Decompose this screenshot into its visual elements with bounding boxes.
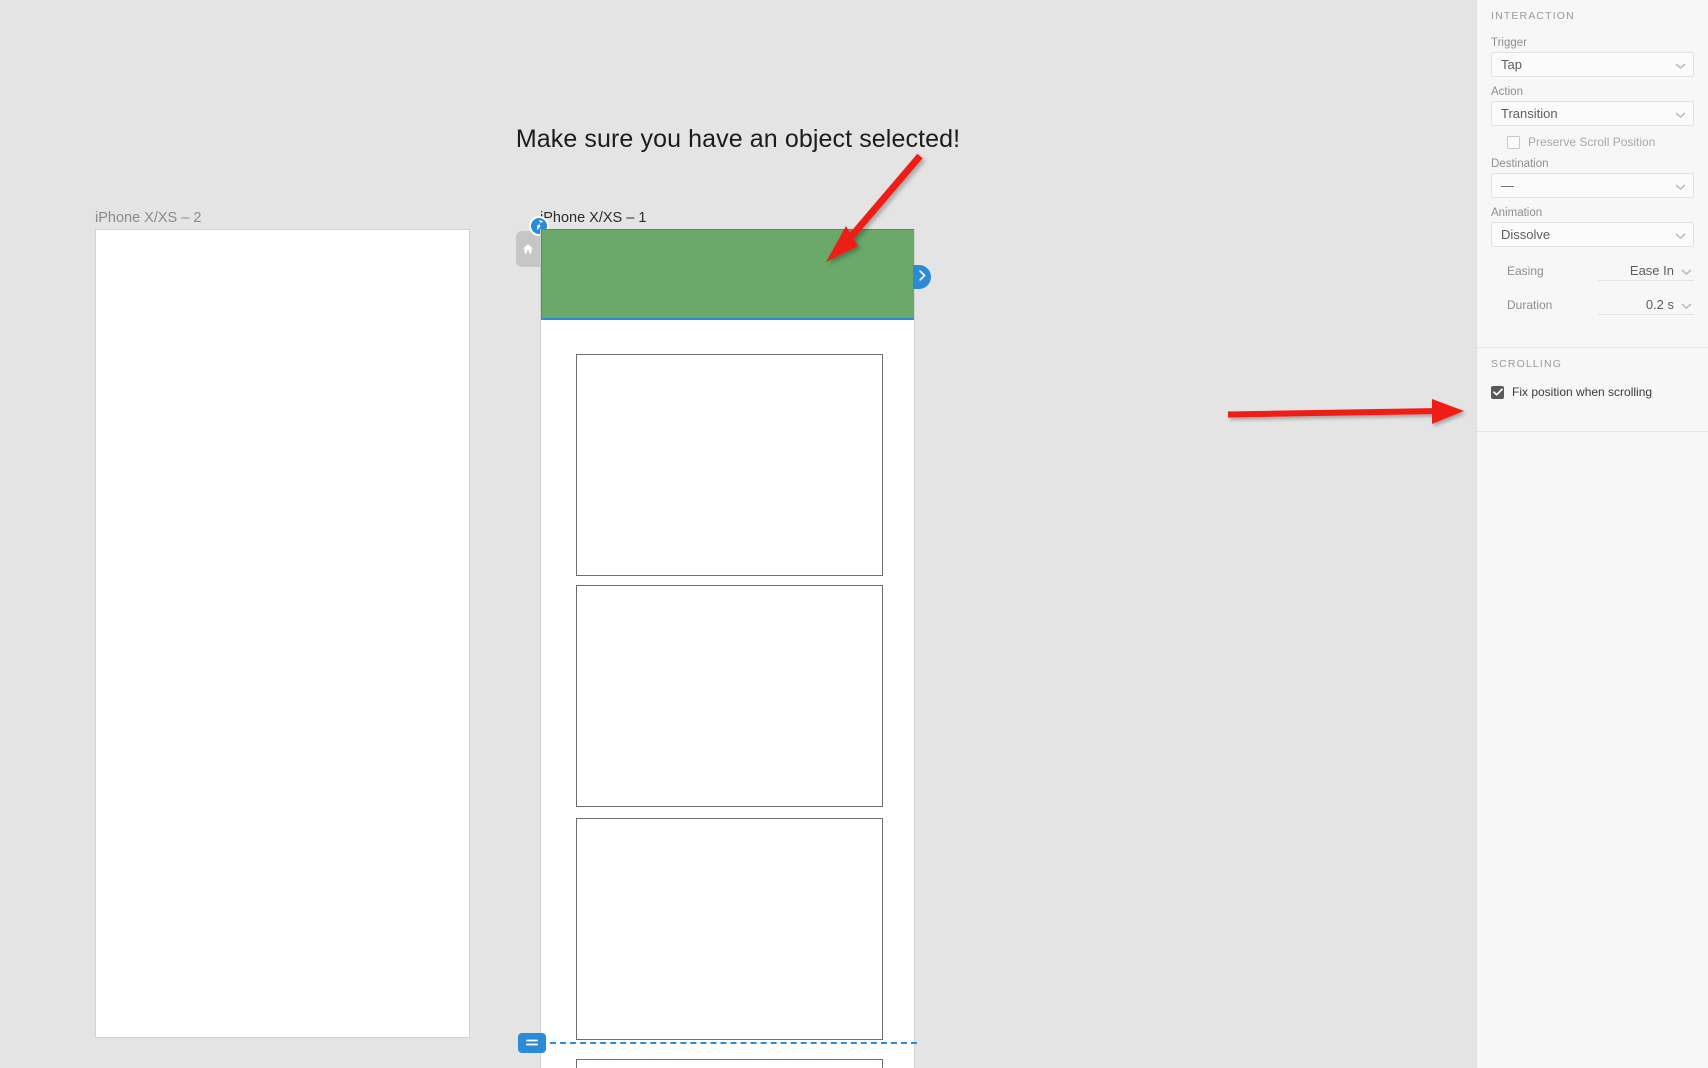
fix-position-checkbox[interactable] [1491, 385, 1504, 399]
preserve-scroll-checkbox[interactable] [1507, 135, 1520, 149]
trigger-value: Tap [1501, 57, 1522, 72]
preserve-scroll-label: Preserve Scroll Position [1528, 135, 1656, 149]
panel-divider-bottom [1477, 431, 1708, 432]
easing-select[interactable]: Ease In [1598, 261, 1694, 281]
home-icon [522, 243, 534, 255]
action-label: Action [1491, 86, 1523, 98]
chevron-down-icon [1675, 178, 1686, 193]
trigger-label: Trigger [1491, 37, 1527, 49]
artboard-iphone-2[interactable] [95, 229, 470, 1038]
page-title: Make sure you have an object selected! [515, 125, 961, 153]
chevron-down-icon [1681, 297, 1692, 312]
destination-select[interactable]: — [1491, 173, 1694, 198]
easing-value: Ease In [1629, 263, 1674, 278]
scroll-boundary-handle[interactable] [518, 1033, 546, 1053]
prototype-connector-handle[interactable] [913, 265, 931, 289]
preserve-scroll-row[interactable]: Preserve Scroll Position [1491, 135, 1694, 149]
interaction-section: INTERACTION Trigger Tap Action Transitio… [1477, 0, 1708, 329]
chevron-down-icon [1681, 263, 1692, 278]
duration-value: 0.2 s [1645, 297, 1674, 312]
duration-select[interactable]: 0.2 s [1598, 295, 1694, 315]
duration-row[interactable]: Duration 0.2 s [1491, 295, 1694, 315]
animation-select[interactable]: Dissolve [1491, 222, 1694, 247]
card-placeholder[interactable] [576, 818, 883, 1040]
design-canvas[interactable]: Make sure you have an object selected! i… [0, 0, 1476, 1068]
animation-value: Dissolve [1501, 227, 1551, 242]
duration-label: Duration [1507, 298, 1553, 312]
scroll-boundary-line [540, 1042, 917, 1044]
scrolling-section: SCROLLING Fix position when scrolling [1477, 348, 1708, 413]
arrow-to-fix-position-checkbox [1227, 399, 1464, 424]
equals-icon [525, 1034, 539, 1052]
destination-label: Destination [1491, 158, 1549, 170]
frame-label-iphone-1[interactable]: iPhone X/XS – 1 [540, 210, 646, 226]
chevron-down-icon [1675, 106, 1686, 121]
check-icon [1492, 388, 1503, 396]
frame-label-iphone-2[interactable]: iPhone X/XS – 2 [95, 210, 201, 226]
prototype-start-tab[interactable] [516, 231, 540, 267]
trigger-select[interactable]: Tap [1491, 52, 1694, 77]
chevron-down-icon [1675, 57, 1686, 72]
scrolling-section-title: SCROLLING [1491, 358, 1563, 370]
action-select[interactable]: Transition [1491, 101, 1694, 126]
easing-label: Easing [1507, 264, 1544, 278]
animation-label: Animation [1491, 207, 1543, 219]
easing-row[interactable]: Easing Ease In [1491, 261, 1694, 281]
chevron-down-icon [1675, 227, 1686, 242]
action-value: Transition [1501, 106, 1558, 121]
fix-position-label: Fix position when scrolling [1512, 385, 1653, 399]
selected-header-rectangle[interactable] [541, 229, 914, 320]
fix-position-row[interactable]: Fix position when scrolling [1491, 385, 1694, 399]
card-placeholder[interactable] [576, 585, 883, 807]
chevron-right-icon [918, 268, 927, 286]
inspector-panel: INTERACTION Trigger Tap Action Transitio… [1476, 0, 1708, 1068]
artboard-iphone-1[interactable] [540, 229, 915, 1068]
interaction-section-title: INTERACTION [1491, 10, 1575, 22]
destination-value: — [1501, 178, 1514, 193]
card-placeholder[interactable] [576, 1059, 883, 1068]
card-placeholder[interactable] [576, 354, 883, 576]
